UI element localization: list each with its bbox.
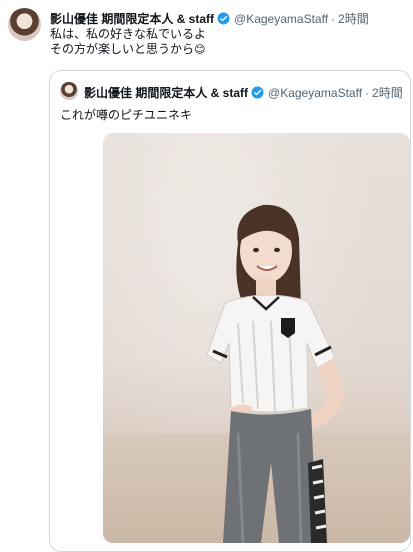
quoted-tweet-timestamp[interactable]: 2時間 <box>372 84 403 101</box>
separator-dot: · <box>365 85 370 100</box>
author-avatar[interactable] <box>8 8 41 41</box>
separator-dot: · <box>331 11 336 26</box>
quoted-author-avatar[interactable] <box>60 82 78 100</box>
tweet-text-line-2: その方が楽しいと思うから <box>50 42 195 56</box>
quoted-author-name[interactable]: 影山優佳 期間限定本人 & staff <box>84 84 248 101</box>
tweet-timestamp[interactable]: 2時間 <box>338 10 369 27</box>
verified-badge-icon <box>251 86 264 99</box>
tweet-header: 影山優佳 期間限定本人 & staff @KageyamaStaff · 2時間 <box>50 10 369 27</box>
quoted-tweet-header: 影山優佳 期間限定本人 & staff @KageyamaStaff · 2時間 <box>84 84 403 101</box>
tweet-text: 私は、私の好きな私でいるよ その方が楽しいと思うから😊 <box>50 27 206 58</box>
smile-emoji-icon: 😊 <box>194 44 206 56</box>
verified-badge-icon <box>217 12 230 25</box>
quoted-author-handle[interactable]: @KageyamaStaff <box>268 86 362 100</box>
person-figure <box>206 204 345 543</box>
quoted-tweet-text: これが噂のピチユニネキ <box>60 108 193 122</box>
author-name[interactable]: 影山優佳 期間限定本人 & staff <box>50 10 214 27</box>
tweet-photo[interactable] <box>103 133 410 543</box>
author-handle[interactable]: @KageyamaStaff <box>234 12 328 26</box>
tweet-text-line-1: 私は、私の好きな私でいるよ <box>50 27 207 41</box>
